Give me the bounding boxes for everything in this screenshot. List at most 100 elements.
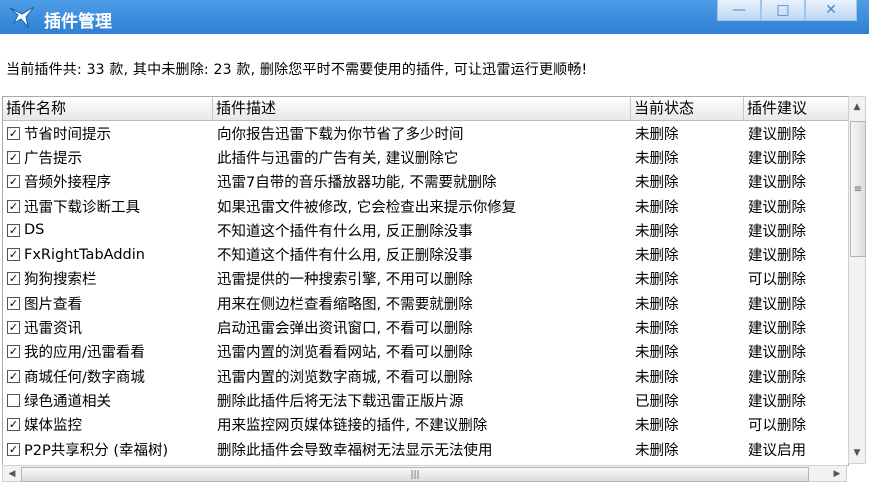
plugin-name: 我的应用/迅雷看看 [24, 345, 145, 362]
plugin-checkbox[interactable]: ✓ [7, 369, 20, 383]
plugin-status: 未删除 [635, 126, 679, 143]
title-bar: 插件管理 — □ ✕ [0, 0, 869, 34]
plugin-name-cell: ✓ 商城任何/数字商城 [3, 366, 213, 387]
plugin-description: 迅雷提供的一种搜索引擎, 不用可以删除 [217, 272, 473, 289]
plugin-name-cell: ✓ 迅雷下载诊断工具 [3, 196, 213, 217]
plugin-checkbox[interactable]: ✓ [7, 150, 20, 164]
close-button[interactable]: ✕ [805, 0, 857, 21]
plugin-status: 未删除 [635, 223, 679, 240]
plugin-name-cell: ✓ P2P共享积分 (幸福树) [3, 439, 213, 460]
plugin-advice: 建议删除 [748, 223, 806, 240]
plugin-checkbox[interactable]: ✓ [7, 126, 20, 140]
table-row[interactable]: ✓ 媒体监控 用来监控网页媒体链接的插件, 不建议删除 未删除 可以删除 [3, 413, 848, 437]
plugin-status: 未删除 [635, 442, 679, 459]
table-row[interactable]: ✓ FxRightTabAddin 不知道这个插件有什么用, 反正删除没事 未删除 建议… [3, 242, 848, 266]
vertical-scroll-thumb[interactable]: ≡ [850, 121, 866, 257]
table-row[interactable]: ✓ 商城任何/数字商城 迅雷内置的浏览数字商城, 不看可以删除 未删除 建议删除 [3, 364, 848, 388]
horizontal-scrollbar[interactable]: ◀ ||| ▶ [2, 465, 847, 482]
plugin-description: 如果迅雷文件被修改, 它会检查出来提示你修复 [217, 199, 517, 216]
plugin-name: P2P共享积分 (幸福树) [24, 442, 169, 459]
plugin-checkbox[interactable]: ✓ [7, 321, 20, 335]
plugin-description: 不知道这个插件有什么用, 反正删除没事 [217, 223, 473, 240]
plugin-summary-text: 当前插件共: 33 款, 其中未删除: 23 款, 删除您平时不需要使用的插件,… [6, 62, 588, 78]
table-row[interactable]: ✓ 狗狗搜索栏 迅雷提供的一种搜索引擎, 不用可以删除 未删除 可以删除 [3, 267, 848, 291]
plugin-list-table: 插件名称 插件描述 当前状态 插件建议 ✓ 节省时间提示 向你报告迅雷下载为你节省了… [2, 96, 849, 466]
plugin-checkbox[interactable]: ✓ [7, 272, 20, 286]
plugin-status: 未删除 [635, 175, 679, 192]
table-row[interactable]: ✓ DS 不知道这个插件有什么用, 反正删除没事 未删除 建议删除 [3, 218, 848, 242]
plugin-name: 迅雷下载诊断工具 [24, 199, 140, 216]
plugin-status: 未删除 [635, 248, 679, 265]
plugin-name: 广告提示 [24, 150, 82, 167]
plugin-checkbox[interactable] [7, 393, 20, 407]
plugin-advice: 建议删除 [748, 248, 806, 265]
plugin-checkbox[interactable]: ✓ [7, 418, 20, 432]
plugin-checkbox[interactable]: ✓ [7, 442, 20, 456]
scroll-down-arrow-icon[interactable]: ▼ [849, 445, 865, 461]
horizontal-scroll-thumb[interactable]: ||| [21, 467, 809, 482]
table-row[interactable]: ✓ P2P共享积分 (幸福树) 删除此插件会导致幸福树无法显示无法使用 未删除 建议启用 [3, 437, 848, 461]
plugin-advice: 建议删除 [748, 369, 806, 386]
column-header-name[interactable]: 插件名称 [3, 97, 213, 120]
plugin-name: 绿色通道相关 [24, 393, 111, 410]
plugin-name-cell: ✓ 媒体监控 [3, 414, 213, 435]
scroll-up-arrow-icon[interactable]: ▲ [849, 99, 865, 115]
plugin-description: 迅雷内置的浏览数字商城, 不看可以删除 [217, 369, 473, 386]
plugin-status: 未删除 [635, 296, 679, 313]
scroll-right-arrow-icon[interactable]: ▶ [829, 466, 845, 482]
plugin-checkbox[interactable]: ✓ [7, 345, 20, 359]
plugin-checkbox[interactable]: ✓ [7, 223, 20, 237]
plugin-status: 未删除 [635, 272, 679, 289]
plugin-description: 用来在侧边栏查看缩略图, 不需要就删除 [217, 296, 473, 313]
plugin-name-cell: ✓ 迅雷资讯 [3, 317, 213, 338]
plugin-status: 未删除 [635, 150, 679, 167]
plugin-advice: 建议删除 [748, 199, 806, 216]
table-row[interactable]: ✓ 迅雷资讯 启动迅雷会弹出资讯窗口, 不看可以删除 未删除 建议删除 [3, 315, 848, 339]
table-row[interactable]: 绿色通道相关 删除此插件后将无法下载迅雷正版片源 已删除 建议删除 [3, 388, 848, 412]
plugin-name-cell: ✓ 音频外接程序 [3, 171, 213, 192]
plugin-name: 商城任何/数字商城 [24, 369, 145, 386]
table-row[interactable]: ✓ 图片查看 用来在侧边栏查看缩略图, 不需要就删除 未删除 建议删除 [3, 291, 848, 315]
table-row[interactable]: ✓ 广告提示 此插件与迅雷的广告有关, 建议删除它 未删除 建议删除 [3, 145, 848, 169]
table-header: 插件名称 插件描述 当前状态 插件建议 [3, 97, 848, 121]
plugin-checkbox[interactable]: ✓ [7, 175, 20, 189]
plugin-name-cell: ✓ 广告提示 [3, 147, 213, 168]
plugin-status: 未删除 [635, 369, 679, 386]
plugin-description: 迅雷内置的浏览看看网站, 不看可以删除 [217, 345, 473, 362]
plugin-advice: 建议删除 [748, 126, 806, 143]
table-row[interactable]: ✓ 迅雷下载诊断工具 如果迅雷文件被修改, 它会检查出来提示你修复 未删除 建议删除 [3, 194, 848, 218]
scroll-left-arrow-icon[interactable]: ◀ [4, 466, 20, 482]
table-row[interactable]: ✓ 我的应用/迅雷看看 迅雷内置的浏览看看网站, 不看可以删除 未删除 建议删除 [3, 340, 848, 364]
plugin-name: 迅雷资讯 [24, 321, 82, 338]
maximize-icon: □ [776, 2, 790, 18]
maximize-button[interactable]: □ [761, 0, 805, 21]
plugin-name-cell: ✓ 我的应用/迅雷看看 [3, 341, 213, 362]
plugin-name: 音频外接程序 [24, 175, 111, 192]
thunder-bird-logo-icon [9, 6, 35, 29]
column-header-advice[interactable]: 插件建议 [744, 97, 848, 120]
plugin-name: 狗狗搜索栏 [24, 272, 97, 289]
minimize-button[interactable]: — [717, 0, 761, 21]
vertical-scrollbar[interactable]: ▲ ≡ ▼ [848, 96, 866, 464]
plugin-status: 已删除 [635, 393, 679, 410]
plugin-name-cell: 绿色通道相关 [3, 390, 213, 411]
plugin-advice: 建议删除 [748, 345, 806, 362]
plugin-checkbox[interactable]: ✓ [7, 199, 20, 213]
plugin-description: 用来监控网页媒体链接的插件, 不建议删除 [217, 418, 488, 435]
plugin-status: 未删除 [635, 321, 679, 338]
plugin-description: 向你报告迅雷下载为你节省了多少时间 [217, 126, 464, 143]
plugin-name-cell: ✓ 节省时间提示 [3, 123, 213, 144]
plugin-description: 不知道这个插件有什么用, 反正删除没事 [217, 248, 473, 265]
table-row[interactable]: ✓ 音频外接程序 迅雷7自带的音乐播放器功能, 不需要就删除 未删除 建议删除 [3, 170, 848, 194]
plugin-name-cell: ✓ DS [3, 222, 213, 238]
column-header-status[interactable]: 当前状态 [631, 97, 744, 120]
plugin-advice: 建议删除 [748, 175, 806, 192]
plugin-checkbox[interactable]: ✓ [7, 296, 20, 310]
table-row[interactable]: ✓ 节省时间提示 向你报告迅雷下载为你节省了多少时间 未删除 建议删除 [3, 121, 848, 145]
plugin-description: 此插件与迅雷的广告有关, 建议删除它 [217, 150, 459, 167]
column-header-description[interactable]: 插件描述 [213, 97, 631, 120]
plugin-name-cell: ✓ 狗狗搜索栏 [3, 268, 213, 289]
plugin-status: 未删除 [635, 199, 679, 216]
plugin-advice: 建议删除 [748, 321, 806, 338]
plugin-checkbox[interactable]: ✓ [7, 248, 20, 262]
